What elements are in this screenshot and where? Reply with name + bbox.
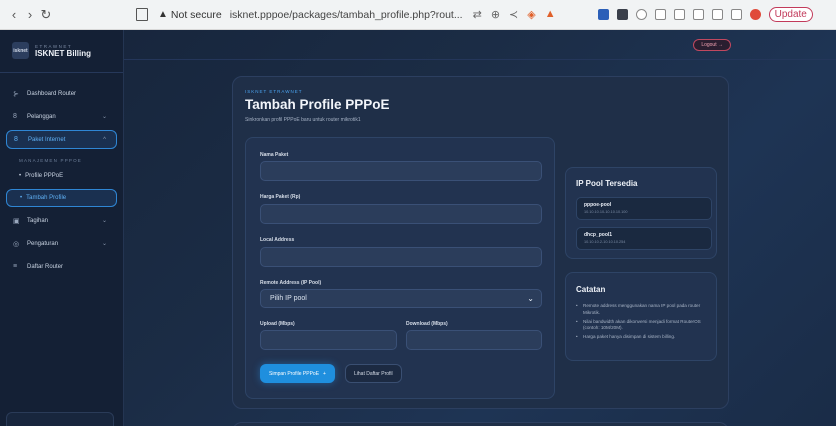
view-profiles-button[interactable]: Lihat Daftar Profil xyxy=(345,364,402,383)
chevron-down-icon: ⌄ xyxy=(101,241,107,247)
translate-icon[interactable]: ⇄ xyxy=(473,8,482,21)
sidebar-item-dashboard[interactable]: ⊱ Dashboard Router xyxy=(6,84,117,103)
profile-form: Nama Paket Harga Paket (Rp) Local Addres… xyxy=(245,137,555,399)
save-profile-button[interactable]: Simpan Profile PPPoE + xyxy=(260,364,335,383)
ip-pool-item: dhcp_pool1 10.10.10.2-10.10.10.254 xyxy=(576,227,712,250)
remote-address-select[interactable]: Pilih IP pool ⌄ xyxy=(260,289,542,308)
note-item: Harga paket hanya disimpan di sistem bil… xyxy=(576,334,716,341)
forward-icon[interactable]: › xyxy=(22,7,38,22)
notes-title: Catatan xyxy=(576,285,606,294)
tab-icon[interactable] xyxy=(711,9,723,20)
sidebar-item-daftar-router[interactable]: ≡ Daftar Router xyxy=(6,257,117,276)
sidebar-item-label: Dashboard Router xyxy=(27,90,77,97)
sidebar-nav: ⊱ Dashboard Router 8 Pelanggan ⌄ 8 Paket… xyxy=(0,73,123,276)
note-item: Remote address menggunakan nama IP pool … xyxy=(576,303,716,317)
ip-pool-item: pppoe-pool 10.10.10.10-10.10.10.100 xyxy=(576,197,712,220)
brave-icon[interactable] xyxy=(749,9,761,20)
receipt-icon: ▣ xyxy=(13,217,20,225)
chevron-down-icon: ⌄ xyxy=(101,218,107,224)
sidebar-icon[interactable] xyxy=(673,9,685,20)
brand: isknet ETRAWNET ISKNET Billing xyxy=(0,30,123,59)
sidebar-item-profile-pppoe[interactable]: • Profile PPPoE xyxy=(6,167,117,185)
secondary-card xyxy=(232,422,729,426)
price-input[interactable] xyxy=(260,204,542,224)
users-icon: 8 xyxy=(13,113,17,120)
reload-icon[interactable]: ↻ xyxy=(38,7,54,23)
update-button[interactable]: Update xyxy=(768,7,813,22)
local-address-label: Local Address xyxy=(260,237,295,243)
profile-icon[interactable] xyxy=(730,9,742,20)
address-bar[interactable]: isknet.pppoe/packages/tambah_profile.php… xyxy=(230,9,463,21)
bookmark-icon[interactable] xyxy=(136,8,148,21)
sidebar-section-label: MANAJEMEN PPPOE xyxy=(19,158,83,163)
security-label[interactable]: Not secure xyxy=(171,9,222,21)
topbar: Logout → xyxy=(124,30,836,60)
logout-button[interactable]: Logout → xyxy=(693,39,731,51)
puzzle-icon[interactable] xyxy=(654,9,666,20)
breadcrumb: ISKNET ETRAWNET xyxy=(245,89,303,94)
pool-range: 10.10.10.10-10.10.10.100 xyxy=(584,210,628,214)
package-icon: 8 xyxy=(14,136,18,143)
pool-range: 10.10.10.2-10.10.10.254 xyxy=(584,240,626,244)
back-icon[interactable]: ‹ xyxy=(6,7,22,22)
sidebar-item-paket-internet[interactable]: 8 Paket Internet ^ xyxy=(6,130,117,149)
download-label: Download (Mbps) xyxy=(406,321,448,327)
notes-list: Remote address menggunakan nama IP pool … xyxy=(576,303,716,343)
save-profile-label: Simpan Profile PPPoE xyxy=(269,370,320,377)
sidebar-item-pengaturan[interactable]: ◎ Pengaturan ⌄ xyxy=(6,234,117,253)
sidebar-item-label: Pengaturan xyxy=(27,240,59,247)
bullet-icon: • xyxy=(20,195,23,201)
local-address-input[interactable] xyxy=(260,247,542,267)
pool-name: dhcp_pool1 xyxy=(584,232,613,238)
dashboard-icon: ⊱ xyxy=(13,90,19,98)
app-root: isknet ETRAWNET ISKNET Billing ⊱ Dashboa… xyxy=(0,30,836,426)
page-subtitle: Sinkronkan profil PPPoE baru untuk route… xyxy=(245,117,361,123)
zoom-icon[interactable]: ⊕ xyxy=(491,8,500,21)
sidebar-item-pelanggan[interactable]: 8 Pelanggan ⌄ xyxy=(6,107,117,126)
chevron-down-icon: ⌄ xyxy=(527,294,534,303)
bullet-icon: • xyxy=(19,173,22,179)
sidebar-item-label: Pelanggan xyxy=(27,113,56,120)
main-card: ISKNET ETRAWNET Tambah Profile PPPoE Sin… xyxy=(232,76,729,409)
notes-panel: Catatan Remote address menggunakan nama … xyxy=(565,272,717,361)
sidebar-item-label: Tagihan xyxy=(27,217,49,224)
name-label: Nama Paket xyxy=(260,152,289,158)
brand-name: ISKNET Billing xyxy=(35,48,91,58)
brave-shield-icon[interactable]: ◈ xyxy=(527,8,535,21)
chevron-down-icon: ⌄ xyxy=(101,114,107,120)
browser-toolbar: ‹ › ↻ ▲ Not secure isknet.pppoe/packages… xyxy=(0,0,836,30)
upload-input[interactable] xyxy=(260,330,397,350)
settings-icon: ◎ xyxy=(13,240,20,248)
pool-name: pppoe-pool xyxy=(584,202,612,208)
sidebar: isknet ETRAWNET ISKNET Billing ⊱ Dashboa… xyxy=(0,30,124,426)
sidebar-item-label: Tambah Profile xyxy=(26,195,67,201)
sidebar-item-label: Paket Internet xyxy=(28,136,66,143)
note-item: Nilai bandwidth akan dikonversi menjadi … xyxy=(576,319,716,333)
list-icon: ≡ xyxy=(13,263,18,270)
upload-label: Upload (Mbps) xyxy=(260,321,295,327)
sidebar-item-label: Daftar Router xyxy=(27,263,64,270)
download-input[interactable] xyxy=(406,330,542,350)
price-label: Harga Paket (Rp) xyxy=(260,194,301,200)
brave-rewards-icon[interactable]: ▲ xyxy=(545,8,556,21)
sidebar-footer xyxy=(6,412,114,426)
page-title: Tambah Profile PPPoE xyxy=(245,97,390,112)
name-input[interactable] xyxy=(260,161,542,181)
remote-address-label: Remote Address (IP Pool) xyxy=(260,280,322,286)
sidebar-item-tambah-profile[interactable]: • Tambah Profile xyxy=(6,189,117,207)
extension-icon[interactable] xyxy=(597,9,609,20)
ip-pool-title: IP Pool Tersedia xyxy=(576,179,638,188)
plus-icon: + xyxy=(323,370,326,377)
media-icon[interactable] xyxy=(692,9,704,20)
warning-icon[interactable]: ▲ xyxy=(158,9,168,20)
sidebar-item-tagihan[interactable]: ▣ Tagihan ⌄ xyxy=(6,211,117,230)
extension-icon[interactable] xyxy=(616,9,628,20)
extension-icon[interactable] xyxy=(635,9,647,20)
sidebar-item-label: Profile PPPoE xyxy=(25,173,64,179)
remote-address-value: Pilih IP pool xyxy=(270,295,307,302)
logo: isknet xyxy=(12,42,29,59)
ip-pool-panel: IP Pool Tersedia pppoe-pool 10.10.10.10-… xyxy=(565,167,717,259)
chevron-up-icon: ^ xyxy=(103,136,106,143)
share-icon[interactable]: ≺ xyxy=(509,8,518,21)
